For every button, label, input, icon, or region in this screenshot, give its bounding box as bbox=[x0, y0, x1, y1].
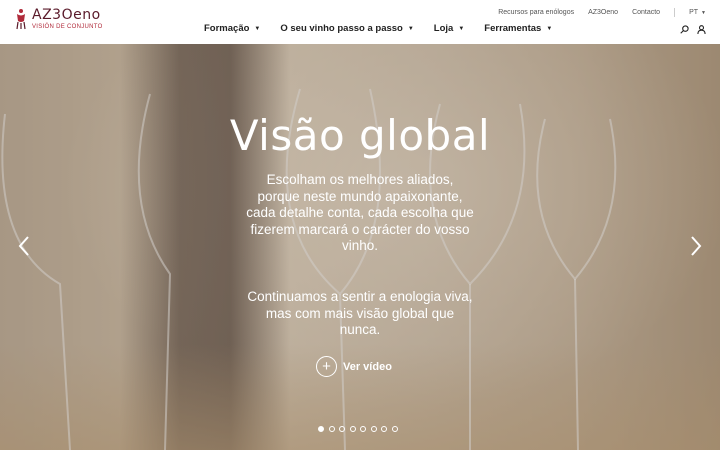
logo-mark-icon bbox=[16, 9, 26, 30]
nav-item-label: Ferramentas bbox=[484, 23, 542, 34]
hero-slider: Visão global Escolham os melhores aliado… bbox=[0, 44, 720, 450]
chevron-left-icon bbox=[18, 236, 29, 256]
watch-video-label: Ver vídeo bbox=[343, 360, 392, 373]
watch-video-button[interactable]: + Ver vídeo bbox=[316, 356, 392, 377]
site-header: AZ3Oeno VISIÓN DE CONJUNTO Recursos para… bbox=[0, 0, 720, 44]
next-slide-button[interactable] bbox=[690, 235, 702, 263]
user-icon[interactable] bbox=[697, 25, 706, 34]
nav-item-label: O seu vinho passo a passo bbox=[280, 23, 403, 34]
slide-dot[interactable] bbox=[349, 426, 356, 432]
nav-item-label: Formação bbox=[204, 23, 250, 34]
nav-item-step-by-step[interactable]: O seu vinho passo a passo ▼ bbox=[280, 23, 413, 34]
slide-dot[interactable] bbox=[360, 426, 366, 432]
nav-item-label: Loja bbox=[433, 23, 454, 34]
chevron-right-icon bbox=[691, 236, 702, 256]
slide-dot[interactable] bbox=[381, 426, 387, 432]
nav-item-formacao[interactable]: Formação ▼ bbox=[204, 23, 260, 34]
util-link-resources[interactable]: Recursos para enólogos bbox=[498, 9, 574, 16]
slide-dot[interactable] bbox=[328, 426, 335, 432]
chevron-down-icon: ▼ bbox=[701, 9, 706, 16]
utility-nav: Recursos para enólogos AZ3Oeno Contacto … bbox=[484, 8, 706, 17]
plus-icon: + bbox=[316, 356, 337, 377]
logo[interactable]: AZ3Oeno VISIÓN DE CONJUNTO bbox=[14, 8, 103, 31]
slide-dot[interactable] bbox=[370, 426, 377, 432]
hero-paragraph-2: Continuamos a sentir a enologia viva, ma… bbox=[247, 289, 473, 337]
header-icons bbox=[672, 25, 706, 34]
search-icon[interactable] bbox=[680, 25, 689, 34]
chevron-down-icon: ▼ bbox=[407, 25, 414, 32]
language-selector[interactable]: PT ▼ bbox=[689, 9, 706, 16]
hero-paragraph-1: Escolham os melhores aliados, porque nes… bbox=[246, 172, 474, 253]
chevron-down-icon: ▼ bbox=[254, 25, 261, 32]
nav-item-ferramentas[interactable]: Ferramentas ▼ bbox=[484, 23, 552, 34]
nav-item-loja[interactable]: Loja ▼ bbox=[434, 23, 464, 34]
prev-slide-button[interactable] bbox=[18, 235, 30, 263]
util-link-contact[interactable]: Contacto bbox=[632, 9, 660, 16]
slide-dot[interactable] bbox=[391, 426, 398, 432]
hero-title: Visão global bbox=[229, 111, 491, 160]
logo-name: AZ3Oeno bbox=[32, 7, 101, 23]
slide-dot[interactable] bbox=[318, 426, 324, 432]
chevron-down-icon: ▼ bbox=[546, 25, 553, 32]
chevron-down-icon: ▼ bbox=[458, 25, 465, 32]
main-nav: Formação ▼ O seu vinho passo a passo ▼ Loj… bbox=[204, 23, 572, 34]
logo-tagline: VISIÓN DE CONJUNTO bbox=[32, 24, 103, 30]
util-link-about[interactable]: AZ3Oeno bbox=[588, 9, 618, 16]
language-label: PT bbox=[689, 9, 699, 16]
slide-dot[interactable] bbox=[339, 426, 345, 432]
slide-indicators bbox=[318, 426, 402, 432]
util-divider bbox=[674, 8, 676, 17]
